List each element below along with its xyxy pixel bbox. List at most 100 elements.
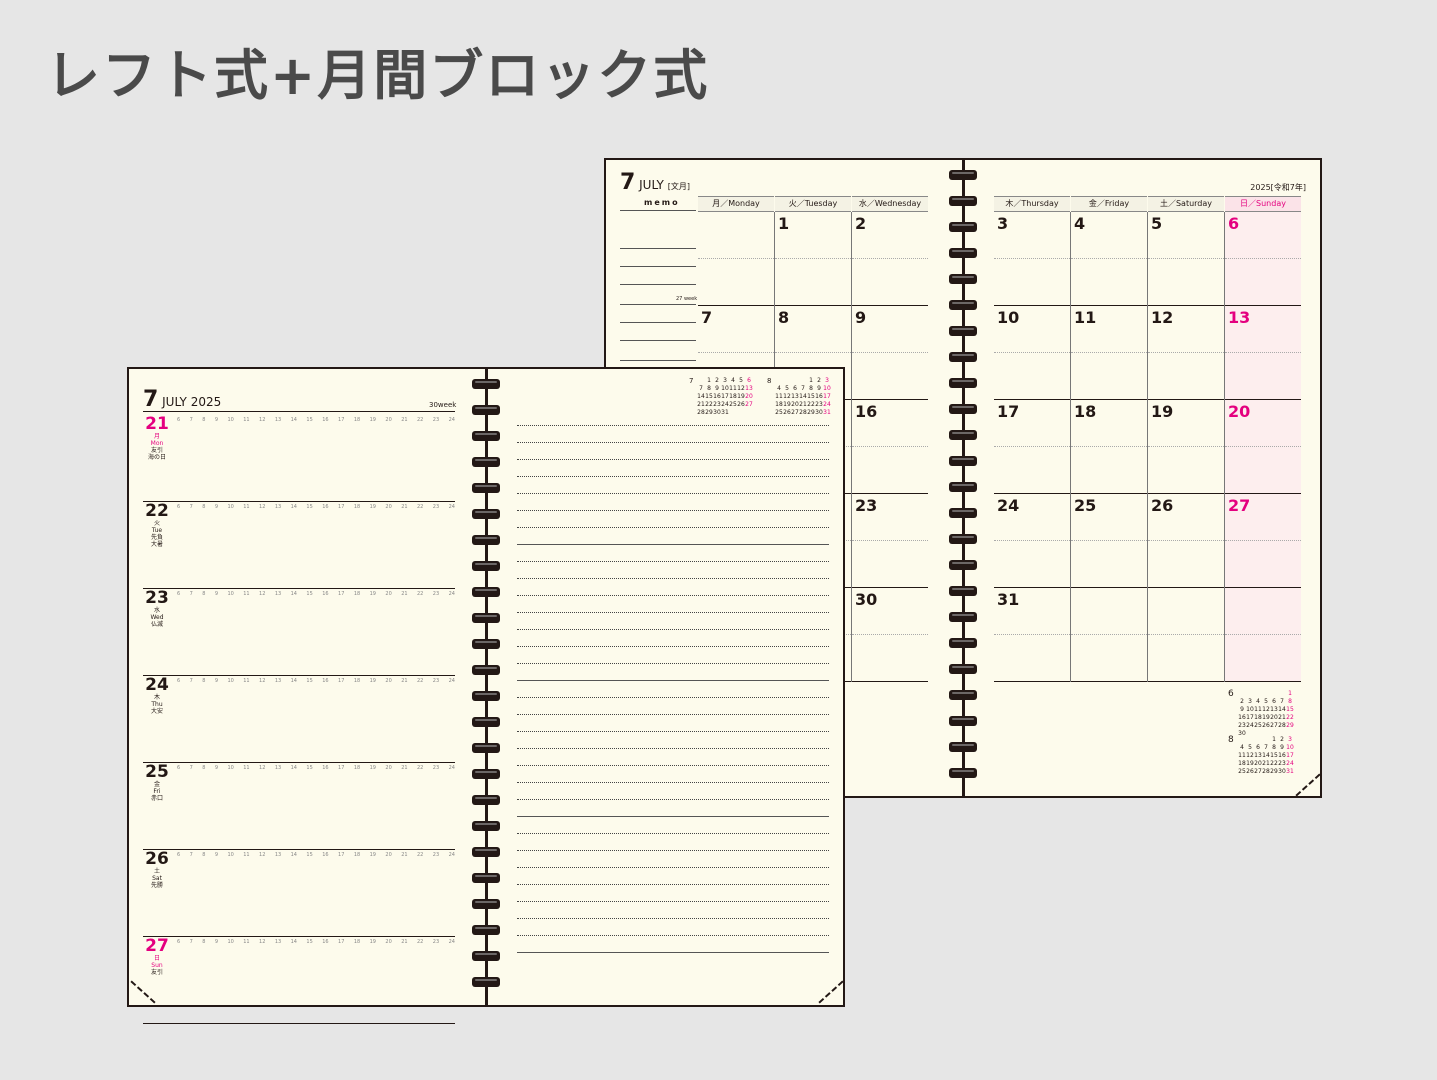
mini-calendar-day: 25 [1254,722,1262,729]
cell-rule [1071,352,1147,353]
mini-calendar-day: 1 [1288,690,1292,697]
cell-rule [994,634,1070,635]
mini-calendar-day: 2 [1280,736,1284,743]
hour-label: 24 [448,939,455,945]
spiral-ring [472,561,500,571]
mini-calendar-day: 7 [699,385,703,392]
mini-calendar-day: 29 [705,409,713,416]
ring-highlight [952,276,974,278]
hour-label: 22 [417,852,424,858]
mini-calendar-day: 14 [1262,752,1270,759]
note-line [517,629,829,630]
mini-calendar-day: 1 [809,377,813,384]
rokuyo: 友引 [150,969,163,976]
day-date: 21 月 Mon 友引 海の日 [143,415,171,461]
mini-calendar-day: 20 [1270,714,1278,721]
spiral-ring [472,977,500,987]
ring-highlight [475,485,497,487]
mini-calendar-day: 8 [1272,744,1276,751]
day-cell [1148,588,1224,682]
hour-label: 8 [202,417,206,423]
mini-calendar-day: 26 [737,401,745,408]
hour-label: 23 [432,678,440,684]
mini-calendar-day: 5 [785,385,789,392]
note-line [517,765,829,766]
spiral-ring [472,431,500,441]
weekday-en: Wed [150,614,164,621]
cell-rule [1225,352,1301,353]
cell-rule [775,352,851,353]
hour-label: 24 [448,591,455,597]
ring-highlight [952,172,974,174]
mini-calendar-day: 8 [707,385,711,392]
ring-highlight [952,510,974,512]
mini-calendar-day: 23 [1278,760,1286,767]
day-number: 8 [778,308,790,327]
cell-rule [1071,540,1147,541]
note-line [517,748,829,749]
spiral-ring [472,379,500,389]
spiral-ring [472,743,500,753]
hour-label: 19 [369,939,376,945]
mini-calendar-day: 19 [783,401,791,408]
mini-calendar-day: 5 [739,377,743,384]
week-heading: 7 JULY 2025 [143,387,221,412]
cell-rule [1148,540,1224,541]
day-cell: 23 [852,494,928,588]
spiral-ring [472,873,500,883]
spiral-ring [949,170,977,180]
hour-label: 12 [259,417,266,423]
hour-label: 22 [417,504,424,510]
note-line [517,612,829,613]
spiral-ring [472,795,500,805]
hour-label: 15 [306,765,313,771]
spiral-ring [472,405,500,415]
mini-calendar-day: 6 [793,385,797,392]
spiral-ring [949,716,977,726]
mini-calendar-label: 6 [1228,689,1234,699]
hour-label: 17 [338,504,345,510]
mini-calendar-week: 4 5 6 7 8 9 10 [1238,744,1294,752]
mini-calendar-day: 9 [817,385,821,392]
weekday-jp: 木 [153,694,160,701]
cell-rule [1225,540,1301,541]
hour-label: 19 [369,852,376,858]
mini-calendar-day: 7 [801,385,805,392]
hour-label: 21 [401,417,408,423]
spiral-ring [949,768,977,778]
day-cell: 4 [1071,212,1147,306]
mini-calendar-day: 27 [745,401,753,408]
mini-calendar-week: 123456 [697,377,753,385]
note-line [517,476,829,477]
day-cell: 26 [1148,494,1224,588]
day-cell: 31 [994,588,1070,682]
day-number: 24 [997,496,1020,515]
hour-label: 15 [306,504,313,510]
weekday-en: Mon [150,440,164,447]
spiral-ring [949,612,977,622]
mini-calendar-day: 15 [807,393,815,400]
note-line [517,935,829,936]
cell-rule [994,446,1070,447]
column-divider [1224,212,1225,682]
note-line [517,731,829,732]
day-cell: 6 [1225,212,1301,306]
hour-label: 7 [189,417,193,423]
mini-calendar-day: 2 [715,377,719,384]
hour-label: 21 [401,678,408,684]
day-cell: 19 [1148,400,1224,494]
day-number: 4 [1074,214,1086,233]
mini-calendar-day: 3 [723,377,727,384]
hour-label: 6 [177,939,181,945]
note-line [517,493,829,494]
cell-rule [775,258,851,259]
hour-label: 11 [243,504,250,510]
mini-calendar-day: 22 [1286,714,1294,721]
hour-label: 22 [417,765,424,771]
hour-label: 14 [290,852,297,858]
mini-calendar-day: 16 [815,393,823,400]
ring-highlight [952,744,974,746]
mini-calendar-day: 16 [1278,752,1286,759]
hour-label: 7 [189,504,193,510]
hour-label: 11 [243,765,250,771]
